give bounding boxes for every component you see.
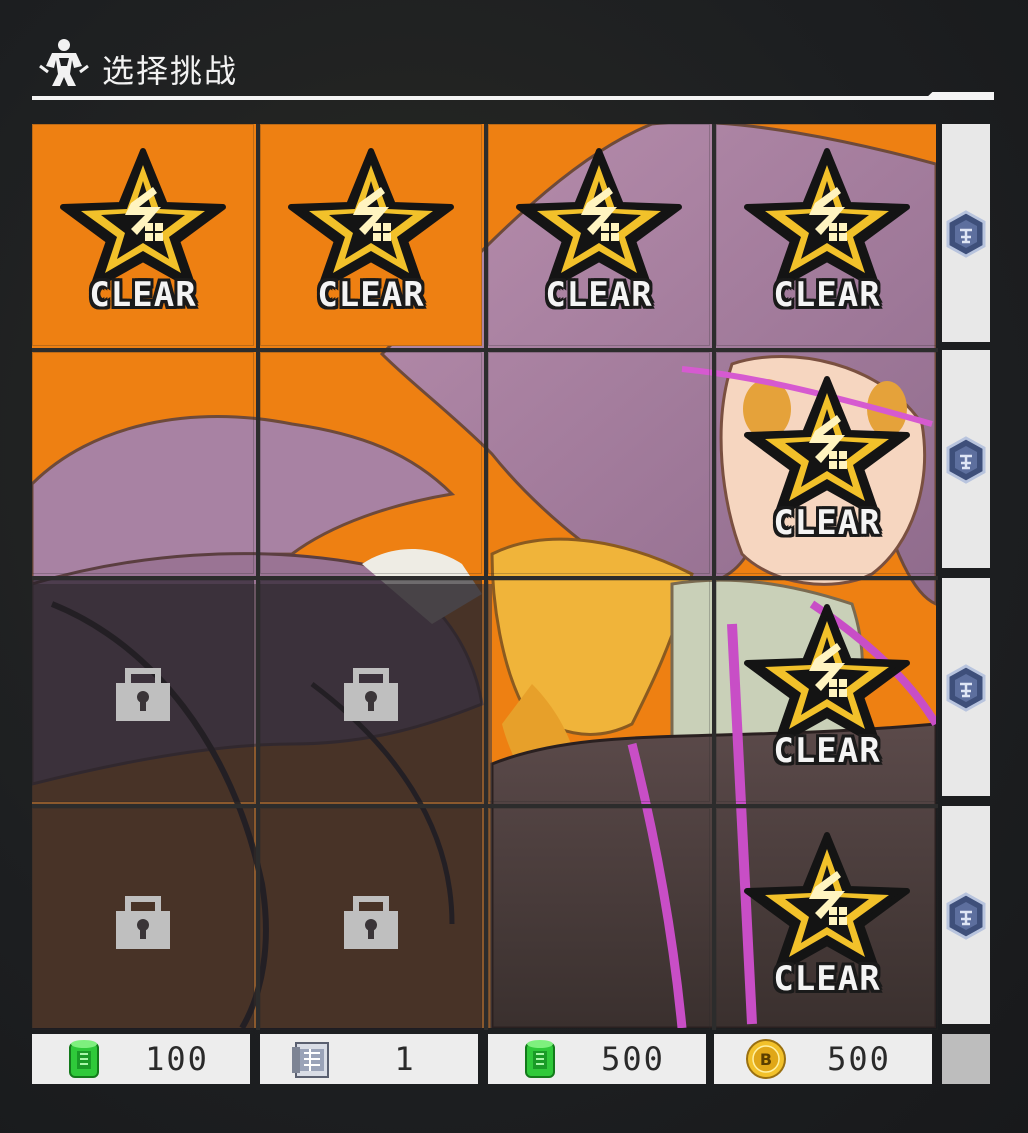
reward-value: 500: [827, 1040, 891, 1078]
clear-star-badge-icon: CLEAR: [737, 147, 917, 322]
clear-star-badge-icon: CLEAR: [737, 375, 917, 550]
reward-value: 100: [145, 1040, 209, 1078]
grid-cell-r1c1[interactable]: CLEAR: [32, 124, 254, 346]
clear-label: CLEAR: [773, 959, 881, 999]
grid-cell-r3c2: [260, 580, 482, 802]
challenge-grid: CLEAR CLEAR CLEAR CLEAR CLEAR CLEAR CLEAR: [32, 124, 938, 1030]
grid-divider-vertical: [712, 124, 716, 1030]
corner-reward-slot: [942, 1034, 990, 1084]
grid-cell-r4c4[interactable]: CLEAR: [716, 808, 938, 1030]
challenge-panel: 选择挑战 CLEAR CLEAR CLEAR CLEAR CLEAR CLEAR…: [0, 0, 1028, 1133]
reward-value: 1: [394, 1040, 416, 1078]
panel-header: 选择挑战: [32, 30, 994, 100]
column-reward-1[interactable]: 100: [32, 1034, 250, 1084]
svg-text:B: B: [760, 1050, 772, 1069]
grid-cell-r3c1: [32, 580, 254, 802]
grid-cell-r2c2[interactable]: [260, 352, 482, 574]
grid-cell-r4c2: [260, 808, 482, 1030]
green-fuel-can-icon: [69, 1040, 99, 1078]
page-title: 选择挑战: [102, 52, 239, 90]
medal-icon: [946, 664, 986, 712]
medal-icon: [946, 892, 986, 940]
grid-cell-r2c4[interactable]: CLEAR: [716, 352, 938, 574]
column-reward-2[interactable]: 1: [260, 1034, 478, 1084]
clear-label: CLEAR: [773, 503, 881, 543]
grid-cell-r1c3[interactable]: CLEAR: [488, 124, 710, 346]
header-divider: [32, 96, 994, 100]
grid-cell-r1c2[interactable]: CLEAR: [260, 124, 482, 346]
row-reward-3[interactable]: [942, 578, 990, 796]
row-reward-4[interactable]: [942, 806, 990, 1024]
clear-label: CLEAR: [89, 275, 197, 315]
header-divider-tab: [924, 92, 994, 100]
clear-star-badge-icon: CLEAR: [737, 831, 917, 1006]
medal-icon: [946, 436, 986, 484]
clear-star-badge-icon: CLEAR: [281, 147, 461, 322]
reward-value: 500: [601, 1040, 665, 1078]
lock-icon: [340, 661, 402, 723]
grid-divider-horizontal: [32, 576, 938, 580]
lock-icon: [340, 889, 402, 951]
grid-cell-r2c3[interactable]: [488, 352, 710, 574]
column-reward-3[interactable]: 500: [488, 1034, 706, 1084]
grid-cell-r3c4[interactable]: CLEAR: [716, 580, 938, 802]
grid-cell-r3c3[interactable]: [488, 580, 710, 802]
gold-coin-icon: B: [746, 1039, 786, 1079]
clear-label: CLEAR: [773, 731, 881, 771]
grid-cell-r2c1[interactable]: [32, 352, 254, 574]
clear-label: CLEAR: [773, 275, 881, 315]
clear-star-badge-icon: CLEAR: [509, 147, 689, 322]
medal-icon: [946, 210, 986, 258]
warrior-silhouette-icon: [39, 39, 89, 86]
column-reward-4[interactable]: B 500: [714, 1034, 932, 1084]
clear-star-badge-icon: CLEAR: [737, 603, 917, 778]
clear-label: CLEAR: [545, 275, 653, 315]
grid-cell-r4c3[interactable]: [488, 808, 710, 1030]
grid-cell-r4c1: [32, 808, 254, 1030]
row-reward-2[interactable]: [942, 350, 990, 568]
lock-icon: [112, 661, 174, 723]
clear-star-badge-icon: CLEAR: [53, 147, 233, 322]
challenge-board: CLEAR CLEAR CLEAR CLEAR CLEAR CLEAR CLEAR: [32, 124, 938, 1030]
row-reward-1[interactable]: [942, 124, 990, 342]
grid-divider-horizontal: [32, 804, 938, 808]
blueprint-document-icon: [292, 1042, 329, 1078]
clear-label: CLEAR: [317, 275, 425, 315]
green-fuel-can-icon: [525, 1040, 555, 1078]
lock-icon: [112, 889, 174, 951]
grid-cell-r1c4[interactable]: CLEAR: [716, 124, 938, 346]
